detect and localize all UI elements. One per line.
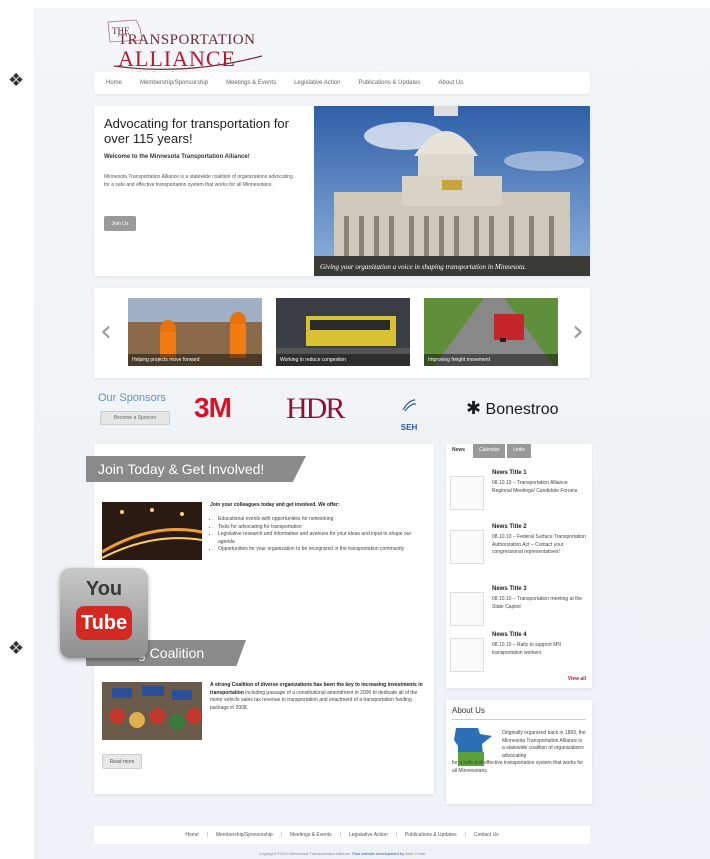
- nav-publications[interactable]: Publications & Updates: [358, 80, 420, 86]
- seh-swoosh-icon: [402, 399, 417, 412]
- logo-line2: ALLIANCE: [118, 46, 236, 71]
- slide-3-caption: Improving freight movement: [424, 354, 558, 366]
- tab-news[interactable]: News: [446, 444, 472, 458]
- footer-separator: |: [395, 832, 397, 838]
- slide-1-caption: Helping projects move forward: [128, 354, 262, 366]
- news-thumb-icon: [450, 592, 484, 626]
- nav-membership[interactable]: Membership/Sponsorship: [140, 80, 208, 86]
- sponsor-seh-logo[interactable]: SEH: [394, 398, 424, 435]
- copyright-tail: Web Credit: [405, 851, 426, 856]
- tab-links[interactable]: Links: [507, 444, 532, 458]
- slide-1[interactable]: Helping projects move forward: [128, 298, 262, 366]
- hero-caption: Giving your organization a voice in shap…: [320, 263, 527, 271]
- news-panel: News Calendar Links News Title 1 08.10.1…: [446, 444, 592, 688]
- slider-next-icon[interactable]: ›: [572, 314, 584, 349]
- image-slider: ‹ Helping projects move forward Working …: [94, 288, 590, 378]
- youtube-you-text: You: [85, 578, 123, 600]
- hero-section: Advocating for transportation for over 1…: [94, 106, 590, 276]
- decorative-diamond-icon-top: ❖: [8, 70, 25, 91]
- news-title: News Title 4: [492, 632, 527, 638]
- view-all-link[interactable]: View all: [568, 676, 586, 682]
- slide-2-caption: Working to reduce congestion: [276, 354, 410, 366]
- nav-about[interactable]: About Us: [439, 80, 464, 86]
- bonestroo-text: Bonestroo: [485, 401, 559, 418]
- news-thumb-icon: [450, 638, 484, 672]
- nav-meetings[interactable]: Meetings & Events: [226, 80, 276, 86]
- sponsor-hdr-logo[interactable]: HDR: [286, 392, 345, 426]
- sponsors-section: Our Sponsors Become a Sponsor 3M HDR SEH…: [94, 390, 590, 432]
- join-lead: Join your colleagues today and get invol…: [210, 502, 340, 508]
- benefit-item: Educational events with opportunities fo…: [218, 516, 428, 524]
- slide-3[interactable]: Improving freight movement: [424, 298, 558, 366]
- youtube-tube-text: Tube: [76, 606, 132, 640]
- main-nav: Home Membership/Sponsorship Meetings & E…: [94, 72, 590, 94]
- join-heading: Join Today & Get Involved!: [86, 456, 306, 482]
- news-desc: 08.10.10 – Rally to support MN transport…: [492, 642, 561, 656]
- footer-separator: |: [206, 832, 208, 838]
- seh-text: SEH: [400, 423, 418, 432]
- capitol-image: Giving your organization a voice in shap…: [314, 106, 590, 276]
- news-title: News Title 1: [492, 470, 527, 476]
- about-divider: [452, 719, 586, 720]
- footer-separator: |: [339, 832, 341, 838]
- sponsor-3m-logo[interactable]: 3M: [194, 392, 232, 424]
- news-thumb-icon: [450, 476, 484, 510]
- about-text: Originally organized back in 1893, the M…: [452, 730, 586, 775]
- footer-separator: |: [464, 832, 466, 838]
- developer-link[interactable]: Paul website development by: [352, 851, 404, 856]
- decorative-diamond-icon-bottom: ❖: [8, 638, 25, 659]
- footer-membership[interactable]: Membership/Sponsorship: [216, 832, 273, 838]
- footer-home[interactable]: Home: [185, 832, 198, 838]
- news-desc: 08.10.10 – Transportation meeting at the…: [492, 596, 583, 610]
- news-title: News Title 3: [492, 586, 527, 592]
- become-sponsor-button[interactable]: Become a Sponsor: [100, 411, 170, 425]
- news-item-1[interactable]: News Title 1 08.10.10 – Transportation A…: [450, 470, 590, 520]
- benefit-item: Legislative research and information and…: [218, 531, 428, 546]
- copyright-text: Copyright ©2010 Minnesota Transportation…: [258, 851, 352, 856]
- sponsors-title: Our Sponsors: [98, 392, 166, 404]
- footer-contact[interactable]: Contact Us: [474, 832, 499, 838]
- footer-separator: |: [280, 832, 282, 838]
- about-panel: About Us Originally organized back in 18…: [446, 700, 592, 804]
- hero-welcome: Welcome to the Minnesota Transportation …: [104, 154, 250, 160]
- tab-calendar[interactable]: Calendar: [473, 444, 506, 458]
- slide-2[interactable]: Working to reduce congestion: [276, 298, 410, 366]
- footer-publications[interactable]: Publications & Updates: [405, 832, 457, 838]
- about-text-indent: Originally organized back in 1893, the M…: [502, 730, 586, 759]
- benefit-item: Tools for advocating for transportation: [218, 524, 428, 532]
- news-desc: 08.10.10 – Transportation Alliance Regio…: [492, 480, 578, 494]
- about-heading: About Us: [452, 706, 485, 715]
- nav-legislative[interactable]: Legislative Action: [294, 80, 340, 86]
- page-container: THE TRANSPORTATION ALLIANCE Moving Minne…: [34, 8, 710, 859]
- footer-legislative[interactable]: Legislative Action: [349, 832, 388, 838]
- news-tabs: News Calendar Links: [446, 444, 532, 458]
- copyright: Copyright ©2010 Minnesota Transportation…: [94, 851, 590, 856]
- footer-meetings[interactable]: Meetings & Events: [290, 832, 332, 838]
- news-thumb-icon: [450, 530, 484, 564]
- youtube-icon[interactable]: You Tube: [60, 568, 148, 658]
- coalition-text: A strong Coalition of diverse organizati…: [210, 682, 425, 712]
- news-title: News Title 2: [492, 524, 527, 530]
- hero-title: Advocating for transportation for over 1…: [104, 116, 289, 146]
- bonestroo-mark-icon: ✱: [466, 398, 482, 418]
- news-item-3[interactable]: News Title 3 08.10.10 – Transportation m…: [450, 586, 590, 636]
- news-desc: 08.10.10 – Federal Surface Transportatio…: [492, 534, 586, 555]
- rally-image: [102, 682, 202, 740]
- slider-prev-icon[interactable]: ‹: [100, 314, 112, 349]
- highway-night-image: [102, 502, 202, 560]
- join-benefits-list: Educational events with opportunities fo…: [218, 516, 428, 554]
- benefit-item: Opportunities for your organization to b…: [218, 546, 428, 554]
- site-logo[interactable]: THE TRANSPORTATION ALLIANCE Moving Minne…: [106, 18, 266, 75]
- about-text-rest: for a safe and effective transportation …: [452, 760, 584, 774]
- hero-description: Minnesota Transportation Alliance is a s…: [104, 174, 293, 188]
- read-more-button[interactable]: Read more: [102, 754, 142, 769]
- news-item-4[interactable]: News Title 4 08.10.10 – Rally to support…: [450, 632, 590, 682]
- footer-nav: Home | Membership/Sponsorship | Meetings &…: [94, 826, 590, 844]
- news-item-2[interactable]: News Title 2 08.10.10 – Federal Surface …: [450, 524, 590, 580]
- nav-home[interactable]: Home: [106, 80, 122, 86]
- sponsor-bonestroo-logo[interactable]: ✱ Bonestroo: [466, 398, 558, 419]
- join-us-button[interactable]: Join Us: [104, 216, 136, 231]
